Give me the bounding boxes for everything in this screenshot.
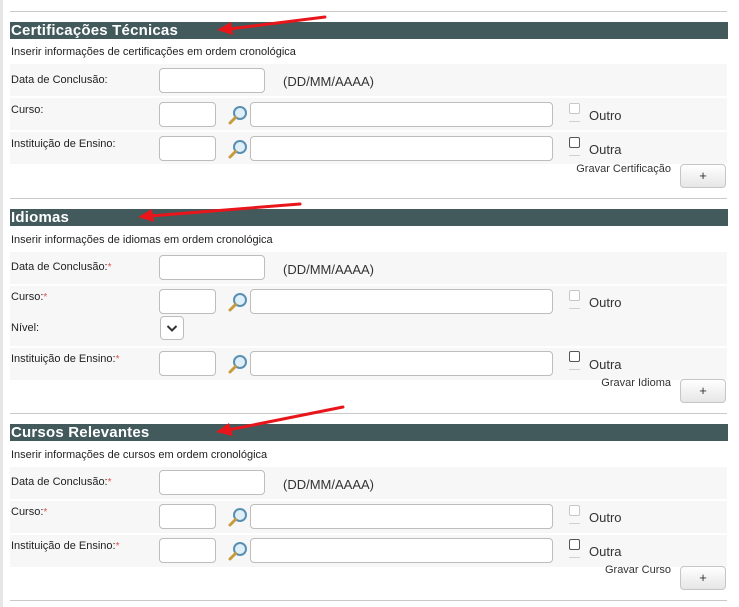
required-marker: * bbox=[107, 477, 112, 488]
course-name-input[interactable] bbox=[250, 289, 553, 314]
save-curso-label: Gravar Curso bbox=[604, 564, 671, 576]
date-input[interactable] bbox=[159, 470, 265, 495]
section-subtitle: Inserir informações de certificações em … bbox=[11, 46, 296, 58]
course-label: Curso:* bbox=[11, 291, 48, 303]
search-icon[interactable] bbox=[228, 507, 248, 527]
institution-other-checkbox[interactable] bbox=[569, 137, 580, 148]
save-certificacao-label: Gravar Certificação bbox=[576, 163, 671, 175]
level-select[interactable] bbox=[160, 316, 184, 340]
section-subtitle: Inserir informações de idiomas em ordem … bbox=[11, 234, 273, 246]
section-divider bbox=[10, 11, 727, 12]
course-other-label: Outro bbox=[589, 108, 622, 123]
date-label: Data de Conclusão:* bbox=[11, 476, 112, 488]
checkbox-underline bbox=[569, 369, 580, 370]
form-row-level: Nível: bbox=[10, 318, 727, 346]
checkbox-underline bbox=[569, 121, 580, 122]
date-format-hint: (DD/MM/AAAA) bbox=[283, 74, 374, 89]
search-icon[interactable] bbox=[228, 105, 248, 125]
annotation-arrow bbox=[216, 405, 345, 436]
level-label: Nível: bbox=[11, 322, 40, 334]
checkbox-underline bbox=[569, 557, 580, 558]
section-divider bbox=[10, 413, 727, 414]
annotation-arrow bbox=[138, 202, 302, 222]
course-name-input[interactable] bbox=[250, 102, 553, 127]
search-icon[interactable] bbox=[228, 139, 248, 159]
section-divider bbox=[10, 198, 727, 199]
institution-other-label: Outra bbox=[589, 142, 622, 157]
required-marker: * bbox=[43, 292, 48, 303]
section-header-cursos: Cursos Relevantes bbox=[10, 424, 728, 441]
search-icon[interactable] bbox=[228, 292, 248, 312]
course-other-checkbox[interactable] bbox=[569, 505, 580, 516]
date-format-hint: (DD/MM/AAAA) bbox=[283, 477, 374, 492]
date-label: Data de Conclusão: bbox=[11, 74, 108, 86]
add-idioma-button[interactable]: + bbox=[680, 379, 726, 403]
course-other-label: Outro bbox=[589, 510, 622, 525]
institution-label: Instituição de Ensino:* bbox=[11, 540, 120, 552]
course-other-label: Outro bbox=[589, 295, 622, 310]
checkbox-underline bbox=[569, 523, 580, 524]
institution-other-checkbox[interactable] bbox=[569, 539, 580, 550]
institution-name-input[interactable] bbox=[250, 351, 553, 376]
institution-name-input[interactable] bbox=[250, 538, 553, 563]
section-header-idiomas: Idiomas bbox=[10, 209, 728, 226]
institution-label: Instituição de Ensino:* bbox=[11, 353, 120, 365]
institution-code-input[interactable] bbox=[159, 136, 216, 161]
save-idioma-label: Gravar Idioma bbox=[601, 377, 671, 389]
institution-other-checkbox[interactable] bbox=[569, 351, 580, 362]
required-marker: * bbox=[115, 354, 120, 365]
course-other-checkbox[interactable] bbox=[569, 290, 580, 301]
annotation-arrow bbox=[217, 15, 327, 35]
date-input[interactable] bbox=[159, 255, 265, 280]
add-certificacao-button[interactable]: + bbox=[680, 164, 726, 188]
institution-other-label: Outra bbox=[589, 357, 622, 372]
checkbox-underline bbox=[569, 155, 580, 156]
checkbox-underline bbox=[569, 308, 580, 309]
section-subtitle: Inserir informações de cursos em ordem c… bbox=[11, 449, 268, 461]
search-icon[interactable] bbox=[228, 541, 248, 561]
course-code-input[interactable] bbox=[159, 504, 216, 529]
add-curso-button[interactable]: + bbox=[680, 566, 726, 590]
date-input[interactable] bbox=[159, 68, 265, 93]
institution-code-input[interactable] bbox=[159, 538, 216, 563]
course-label: Curso: bbox=[11, 104, 44, 116]
institution-name-input[interactable] bbox=[250, 136, 553, 161]
course-other-checkbox[interactable] bbox=[569, 103, 580, 114]
chevron-down-icon bbox=[166, 325, 178, 332]
page-left-border bbox=[0, 0, 3, 607]
course-name-input[interactable] bbox=[250, 504, 553, 529]
section-header-certificacoes: Certificações Técnicas bbox=[10, 22, 728, 39]
course-label: Curso:* bbox=[11, 506, 48, 518]
date-label: Data de Conclusão:* bbox=[11, 261, 112, 273]
institution-label: Instituição de Ensino: bbox=[11, 138, 116, 150]
search-icon[interactable] bbox=[228, 354, 248, 374]
date-format-hint: (DD/MM/AAAA) bbox=[283, 262, 374, 277]
required-marker: * bbox=[107, 262, 112, 273]
course-code-input[interactable] bbox=[159, 289, 216, 314]
required-marker: * bbox=[115, 541, 120, 552]
course-code-input[interactable] bbox=[159, 102, 216, 127]
institution-other-label: Outra bbox=[589, 544, 622, 559]
institution-code-input[interactable] bbox=[159, 351, 216, 376]
required-marker: * bbox=[43, 507, 48, 518]
section-divider bbox=[10, 600, 727, 601]
